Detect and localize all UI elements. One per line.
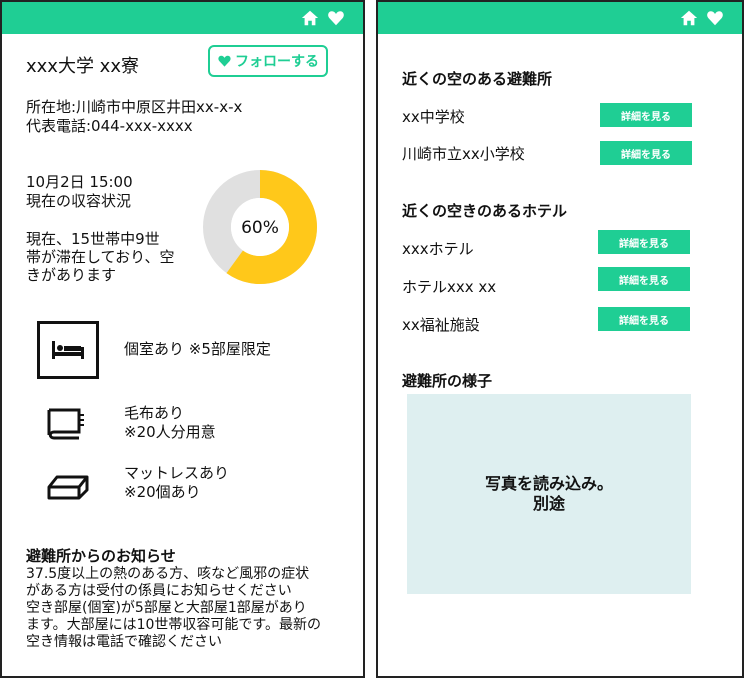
shelter-name: 川崎市立xx小学校 bbox=[402, 145, 525, 163]
photo-heading: 避難所の様子 bbox=[402, 372, 493, 390]
amenity-private-room: 個室あり ※5部屋限定 bbox=[124, 340, 271, 358]
occupancy-donut: 60% bbox=[203, 170, 317, 284]
notice-section: 避難所からのお知らせ 37.5度以上の熱のある方、咳など風邪の症状 がある方は受… bbox=[26, 547, 356, 651]
follow-button[interactable]: フォローする bbox=[208, 45, 328, 77]
hotels-heading: 近くの空きのあるホテル bbox=[402, 202, 568, 220]
bed-icon bbox=[37, 321, 99, 379]
shelter-photo-placeholder: 写真を読み込み。 別途 bbox=[407, 394, 691, 594]
top-bar bbox=[378, 2, 742, 34]
address: 所在地:川崎市中原区井田xx-x-x bbox=[26, 98, 243, 116]
nearby-facilities-panel: 近くの空のある避難所 xx中学校 詳細を見る 川崎市立xx小学校 詳細を見る 近… bbox=[376, 0, 744, 678]
occupancy-donut-chart: 60% bbox=[202, 169, 318, 285]
occupancy-percent: 60% bbox=[241, 218, 279, 238]
amenity-mattress: マットレスあり bbox=[124, 464, 230, 482]
status-description-line: きがあります bbox=[26, 266, 117, 284]
heart-icon[interactable] bbox=[706, 9, 724, 27]
notice-line: ます。大部屋には10世帯収容可能です。最新の bbox=[26, 617, 322, 633]
top-bar bbox=[2, 2, 363, 34]
amenity-mattress-note: ※20個あり bbox=[124, 483, 201, 501]
mattress-icon bbox=[46, 472, 90, 500]
shelter-name: xx中学校 bbox=[402, 108, 465, 126]
home-icon[interactable] bbox=[680, 9, 698, 27]
hotel-details-button[interactable]: 詳細を見る bbox=[598, 230, 690, 254]
shelter-detail-panel: xxx大学 xx寮 フォローする 所在地:川崎市中原区井田xx-x-x 代表電話… bbox=[0, 0, 365, 678]
hotel-name: ホテルxxx xx bbox=[402, 278, 497, 296]
blanket-icon bbox=[45, 407, 87, 441]
notice-line: 空き情報は電話で確認ください bbox=[26, 634, 222, 650]
photo-placeholder-text: 別途 bbox=[532, 494, 565, 513]
shelters-heading: 近くの空のある避難所 bbox=[402, 70, 553, 88]
status-description-line: 帯が滞在しており、空 bbox=[26, 248, 175, 266]
notice-line: がある方は受付の係員にお知らせください bbox=[26, 583, 292, 599]
status-description-line: 現在、15世帯中9世 bbox=[26, 230, 160, 248]
hotel-name: xx福祉施設 bbox=[402, 316, 480, 334]
hotel-details-button[interactable]: 詳細を見る bbox=[598, 307, 690, 331]
heart-icon[interactable] bbox=[327, 9, 345, 27]
shelter-details-button[interactable]: 詳細を見る bbox=[600, 103, 692, 127]
status-datetime: 10月2日 15:00 bbox=[26, 173, 133, 191]
home-icon[interactable] bbox=[301, 9, 319, 27]
follow-button-label: フォローする bbox=[235, 54, 319, 70]
notice-line: 37.5度以上の熱のある方、咳など風邪の症状 bbox=[26, 566, 310, 582]
amenity-blanket-note: ※20人分用意 bbox=[124, 423, 216, 441]
notice-title: 避難所からのお知らせ bbox=[26, 547, 176, 565]
amenity-blanket: 毛布あり bbox=[124, 404, 185, 422]
hotel-details-button[interactable]: 詳細を見る bbox=[598, 267, 690, 291]
phone-number: 代表電話:044-xxx-xxxx bbox=[26, 117, 193, 135]
status-label: 現在の収容状況 bbox=[26, 192, 132, 210]
facility-name: xxx大学 xx寮 bbox=[26, 56, 139, 77]
notice-line: 空き部屋(個室)が5部屋と大部屋1部屋があり bbox=[26, 600, 307, 616]
heart-icon bbox=[218, 55, 231, 67]
photo-placeholder-text: 写真を読み込み。 bbox=[484, 474, 613, 493]
shelter-details-button[interactable]: 詳細を見る bbox=[600, 141, 692, 165]
hotel-name: xxxホテル bbox=[402, 240, 474, 258]
